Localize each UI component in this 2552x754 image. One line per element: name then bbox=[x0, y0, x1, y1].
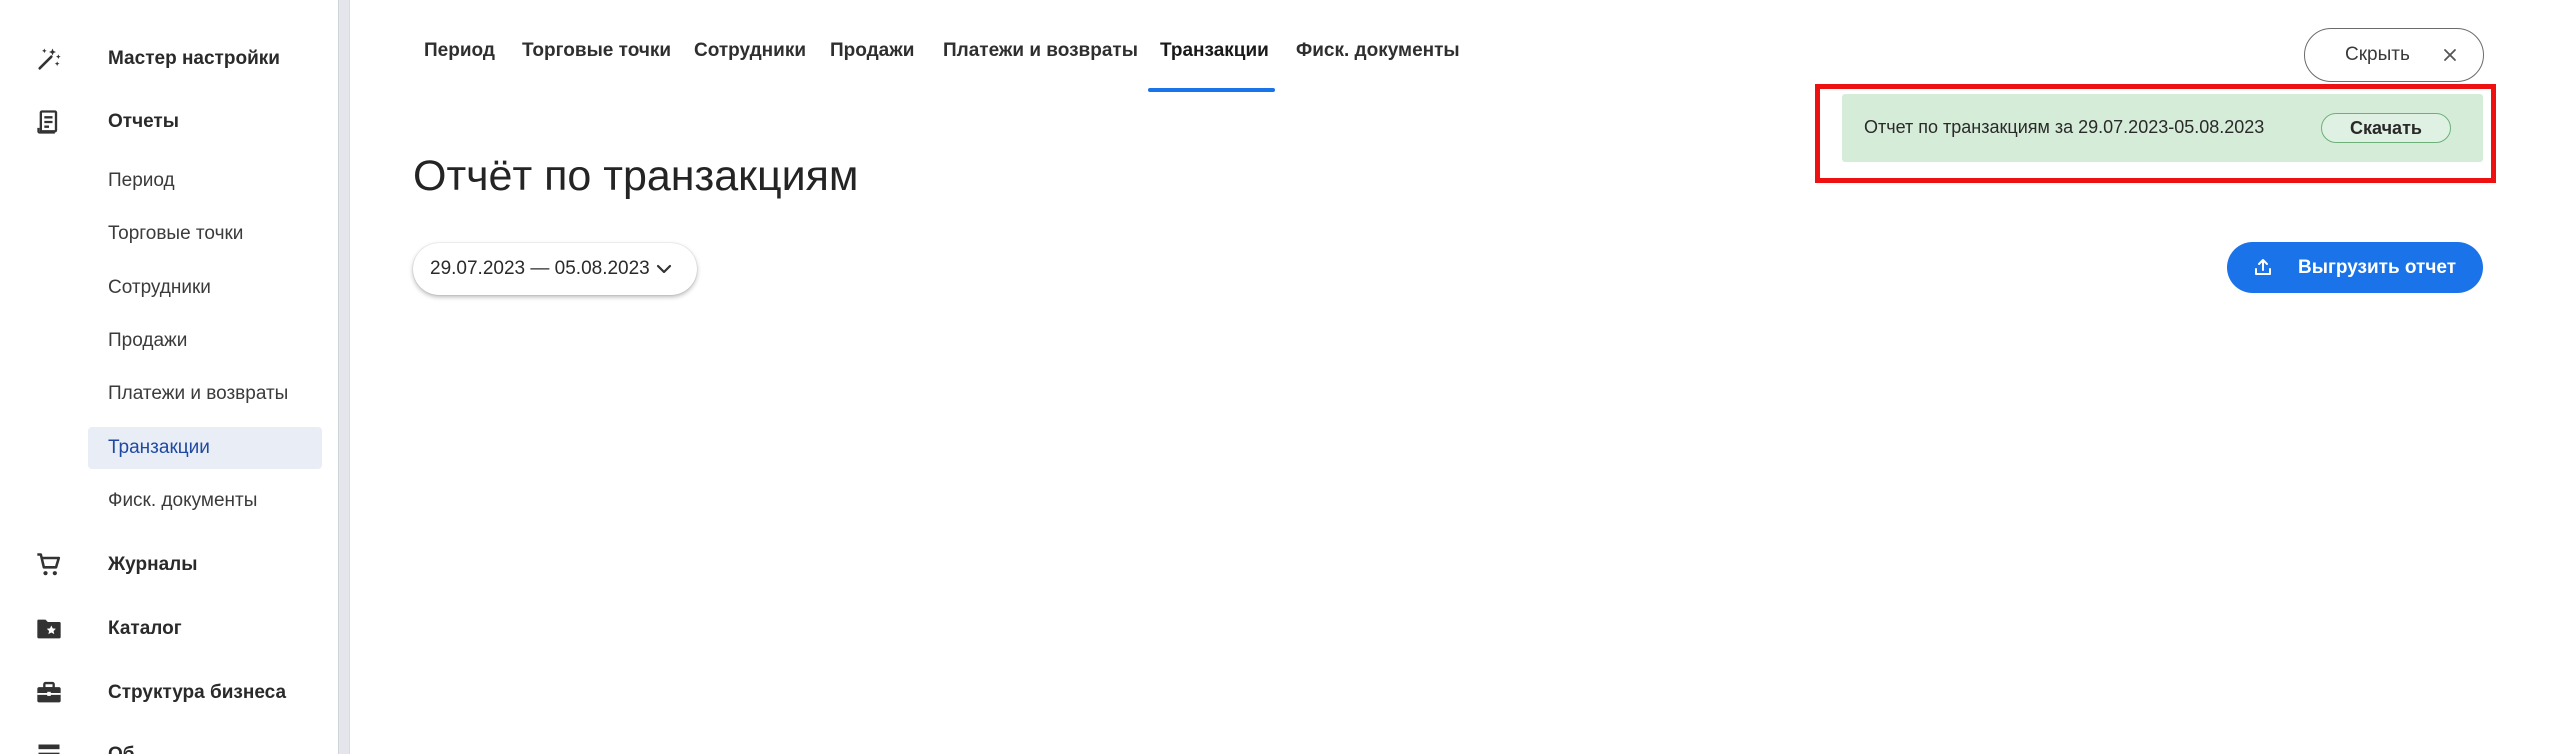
sidebar-subitem-label: Фиск. документы bbox=[108, 490, 258, 511]
magic-wand-icon bbox=[34, 44, 64, 74]
folder-star-icon bbox=[34, 614, 64, 644]
export-report-button[interactable]: Выгрузить отчет bbox=[2227, 242, 2483, 293]
sidebar-subitem-label: Продажи bbox=[108, 330, 188, 351]
sidebar-item-label: Отчеты bbox=[108, 111, 179, 132]
tab-sales[interactable]: Продажи bbox=[830, 40, 914, 74]
sidebar-subitem-employees[interactable]: Сотрудники bbox=[88, 267, 322, 309]
sidebar-item-more[interactable]: Об bbox=[0, 730, 338, 754]
sidebar-subitem-period[interactable]: Период bbox=[88, 160, 322, 202]
report-ready-notification: Отчет по транзакциям за 29.07.2023-05.08… bbox=[1842, 94, 2483, 162]
tab-employees[interactable]: Сотрудники bbox=[694, 40, 806, 74]
sidebar-subitem-label: Период bbox=[108, 170, 175, 191]
sidebar: Мастер настройки Отчеты Период Торговые … bbox=[0, 0, 338, 754]
briefcase-icon bbox=[34, 678, 64, 708]
notification-text: Отчет по транзакциям за 29.07.2023-05.08… bbox=[1864, 117, 2265, 137]
sidebar-subitem-sales[interactable]: Продажи bbox=[88, 320, 322, 362]
sidebar-item-business-structure[interactable]: Структура бизнеса bbox=[0, 668, 338, 718]
sidebar-subitem-outlets[interactable]: Торговые точки bbox=[88, 213, 322, 255]
sidebar-subitem-label: Платежи и возвраты bbox=[108, 383, 289, 404]
sidebar-subitem-transactions[interactable]: Транзакции bbox=[88, 427, 322, 469]
tab-outlets[interactable]: Торговые точки bbox=[522, 40, 671, 74]
hide-button-label: Скрыть bbox=[2345, 44, 2410, 65]
tab-payments-refunds[interactable]: Платежи и возвраты bbox=[943, 40, 1138, 74]
sidebar-item-setup-wizard[interactable]: Мастер настройки bbox=[0, 34, 338, 84]
tab-transactions[interactable]: Транзакции bbox=[1160, 40, 1269, 74]
sidebar-item-label: Структура бизнеса bbox=[108, 682, 287, 703]
date-range-picker[interactable]: 29.07.2023 — 05.08.2023 bbox=[413, 243, 697, 295]
sidebar-item-catalog[interactable]: Каталог bbox=[0, 604, 338, 654]
cart-icon bbox=[34, 550, 64, 580]
upload-icon bbox=[2253, 257, 2273, 277]
sidebar-subitem-payments-refunds[interactable]: Платежи и возвраты bbox=[88, 373, 322, 415]
sidebar-subitem-label: Сотрудники bbox=[108, 277, 211, 298]
page-title: Отчёт по транзакциям bbox=[413, 152, 859, 200]
sidebar-item-label: Мастер настройки bbox=[108, 48, 280, 69]
receipt-icon bbox=[34, 107, 64, 137]
sidebar-item-reports[interactable]: Отчеты bbox=[0, 97, 338, 147]
tab-period[interactable]: Период bbox=[424, 40, 495, 74]
sidebar-subitem-label: Транзакции bbox=[108, 437, 210, 458]
close-icon bbox=[2441, 46, 2459, 64]
active-tab-indicator bbox=[1148, 88, 1275, 92]
chevron-down-icon bbox=[654, 259, 674, 279]
tab-fiscal-documents[interactable]: Фиск. документы bbox=[1296, 40, 1460, 74]
sidebar-subitem-fiscal-documents[interactable]: Фиск. документы bbox=[88, 480, 322, 522]
hide-button[interactable]: Скрыть bbox=[2304, 28, 2484, 82]
sidebar-resize-handle[interactable] bbox=[338, 0, 350, 754]
app-window: Мастер настройки Отчеты Период Торговые … bbox=[0, 0, 2552, 754]
export-report-label: Выгрузить отчет bbox=[2298, 256, 2457, 278]
list-icon bbox=[34, 740, 64, 754]
download-button[interactable]: Скачать bbox=[2321, 113, 2451, 143]
sidebar-item-label: Журналы bbox=[108, 554, 198, 575]
sidebar-item-label: Каталог bbox=[108, 618, 182, 639]
sidebar-item-label: Об bbox=[108, 744, 135, 754]
date-range-value: 29.07.2023 — 05.08.2023 bbox=[430, 258, 650, 279]
sidebar-item-journals[interactable]: Журналы bbox=[0, 540, 338, 590]
sidebar-subitem-label: Торговые точки bbox=[108, 223, 244, 244]
